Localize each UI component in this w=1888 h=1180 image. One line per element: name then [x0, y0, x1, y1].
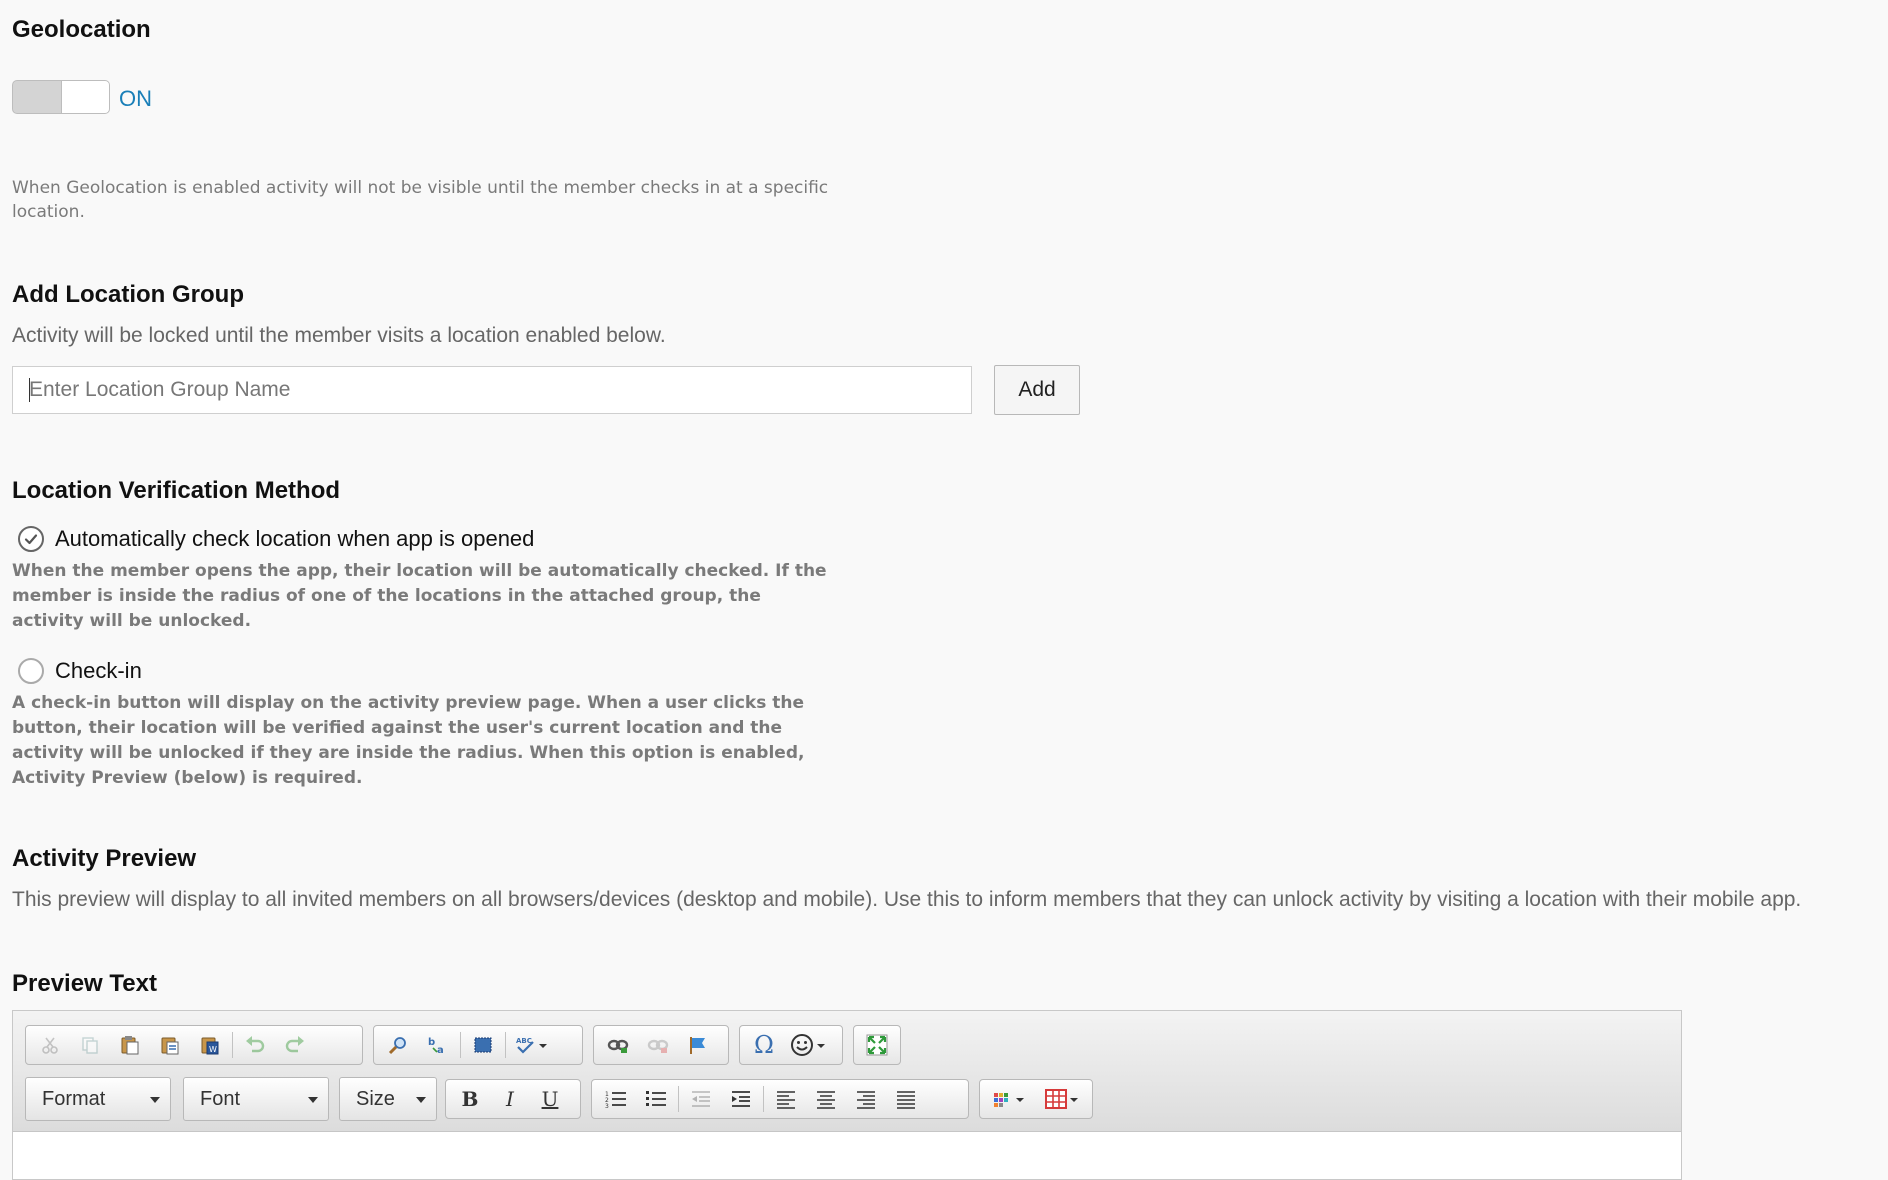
checkmark-icon [24, 534, 38, 545]
maximize-icon[interactable] [858, 1028, 896, 1062]
format-dropdown-label: Format [42, 1088, 106, 1110]
chevron-down-icon [150, 1097, 160, 1103]
table-icon[interactable] [1036, 1082, 1088, 1116]
svg-text:3: 3 [605, 1103, 609, 1109]
activity-preview-description: This preview will display to all invited… [12, 888, 1802, 911]
svg-text:ABC: ABC [516, 1037, 532, 1045]
align-center-icon[interactable] [806, 1082, 846, 1116]
activity-preview-heading: Activity Preview [12, 845, 197, 872]
format-dropdown[interactable]: Format [25, 1077, 171, 1121]
svg-text:a: a [437, 1045, 444, 1055]
underline-button[interactable]: U [530, 1082, 570, 1116]
numbered-list-icon[interactable]: 123 [596, 1082, 636, 1116]
link-group [593, 1025, 729, 1065]
select-all-icon[interactable] [463, 1028, 503, 1062]
italic-button[interactable]: I [490, 1082, 530, 1116]
auto-check-radio[interactable] [18, 526, 44, 552]
editing-group: ba ABC [373, 1025, 583, 1065]
svg-text:W: W [209, 1045, 217, 1054]
check-in-label[interactable]: Check-in [55, 658, 142, 684]
toolbar-separator [763, 1086, 764, 1112]
check-in-radio[interactable] [18, 658, 44, 684]
auto-check-description: When the member opens the app, their loc… [12, 561, 827, 631]
size-dropdown[interactable]: Size [339, 1077, 437, 1121]
bold-button[interactable]: B [450, 1082, 490, 1116]
find-icon[interactable] [378, 1028, 418, 1062]
decrease-indent-icon[interactable] [681, 1082, 721, 1116]
toolbar-separator [232, 1032, 233, 1058]
special-character-icon[interactable]: Ω [744, 1028, 784, 1062]
spellcheck-icon[interactable]: ABC [508, 1028, 556, 1062]
preview-text-heading: Preview Text [12, 970, 157, 997]
toolbar-separator [460, 1032, 461, 1058]
maximize-group [853, 1025, 901, 1065]
paste-icon[interactable] [110, 1028, 150, 1062]
geolocation-heading: Geolocation [12, 16, 151, 43]
text-color-icon[interactable] [984, 1082, 1036, 1116]
paste-text-icon[interactable] [150, 1028, 190, 1062]
toolbar-separator [678, 1086, 679, 1112]
size-dropdown-label: Size [356, 1088, 395, 1110]
color-table-group [979, 1079, 1093, 1119]
bulleted-list-icon[interactable] [636, 1082, 676, 1116]
smiley-icon[interactable] [784, 1028, 836, 1062]
verification-heading: Location Verification Method [12, 477, 341, 504]
anchor-icon[interactable] [678, 1028, 718, 1062]
location-group-name-input[interactable] [12, 366, 972, 414]
redo-icon[interactable] [275, 1028, 315, 1062]
replace-icon[interactable]: ba [418, 1028, 458, 1062]
link-icon[interactable] [598, 1028, 638, 1062]
increase-indent-icon[interactable] [721, 1082, 761, 1116]
text-caret [29, 378, 30, 402]
editor-toolbar: W ba ABC Ω Format Font Size B I U 1 2 3 [13, 1011, 1681, 1132]
copy-icon[interactable] [70, 1028, 110, 1062]
geolocation-description: When Geolocation is enabled activity wil… [12, 178, 829, 222]
font-dropdown-label: Font [200, 1088, 241, 1110]
align-right-icon[interactable] [846, 1082, 886, 1116]
chevron-down-icon [308, 1097, 318, 1103]
location-group-heading: Add Location Group [12, 281, 244, 308]
add-location-group-button[interactable]: Add [994, 365, 1080, 415]
font-dropdown[interactable]: Font [183, 1077, 329, 1121]
undo-icon[interactable] [235, 1028, 275, 1062]
paragraph-group: 123 [591, 1079, 969, 1119]
basic-styles-group: B I U [445, 1079, 581, 1119]
paste-word-icon[interactable]: W [190, 1028, 230, 1062]
geolocation-toggle[interactable] [12, 80, 110, 114]
toggle-knob[interactable] [61, 81, 109, 113]
chevron-down-icon [416, 1097, 426, 1103]
align-left-icon[interactable] [766, 1082, 806, 1116]
rich-text-editor[interactable]: W ba ABC Ω Format Font Size B I U 1 2 3 [12, 1010, 1682, 1180]
toolbar-separator [505, 1032, 506, 1058]
location-group-description: Activity will be locked until the member… [12, 324, 666, 347]
auto-check-label[interactable]: Automatically check location when app is… [55, 526, 534, 552]
clipboard-group: W [25, 1025, 363, 1065]
unlink-icon[interactable] [638, 1028, 678, 1062]
cut-icon[interactable] [30, 1028, 70, 1062]
insert-group: Ω [739, 1025, 843, 1065]
justify-icon[interactable] [886, 1082, 926, 1116]
svg-text:b: b [428, 1037, 435, 1048]
check-in-description: A check-in button will display on the ac… [12, 693, 805, 788]
toggle-state-label: ON [119, 86, 152, 111]
